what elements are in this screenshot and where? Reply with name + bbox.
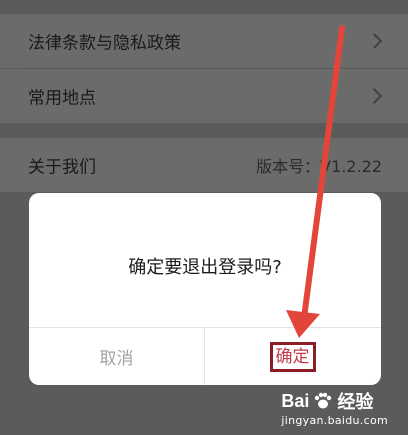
settings-item-legal-terms[interactable]: 法律条款与隐私政策 xyxy=(0,14,408,68)
settings-item-frequent-places[interactable]: 常用地点 xyxy=(0,69,408,123)
settings-item-label: 法律条款与隐私政策 xyxy=(28,33,181,54)
watermark-brand: Bai xyxy=(281,390,310,411)
paw-icon xyxy=(315,392,332,409)
version-number: 版本号：V1.2.22 xyxy=(256,157,382,176)
chevron-right-icon xyxy=(366,88,383,104)
confirm-button[interactable]: 确定 xyxy=(205,328,380,385)
cancel-button[interactable]: 取消 xyxy=(29,328,204,385)
dialog-message: 确定要退出登录吗? xyxy=(128,257,282,278)
watermark-brand-tail: 经验 xyxy=(337,392,374,412)
cancel-button-label: 取消 xyxy=(99,349,134,369)
settings-item-label: 关于我们 xyxy=(28,157,96,178)
settings-item-about-us[interactable]: 关于我们 版本号：V1.2.22 xyxy=(0,138,408,192)
confirm-button-label: 确定 xyxy=(269,341,316,372)
settings-item-label: 常用地点 xyxy=(28,88,96,109)
watermark-url: jingyan.baidu.com xyxy=(281,414,388,427)
watermark: Bai 经验 jingyan.baidu.com xyxy=(281,388,388,428)
logout-confirm-dialog: 确定要退出登录吗? 取消 确定 xyxy=(29,193,381,385)
chevron-right-icon xyxy=(366,33,383,49)
